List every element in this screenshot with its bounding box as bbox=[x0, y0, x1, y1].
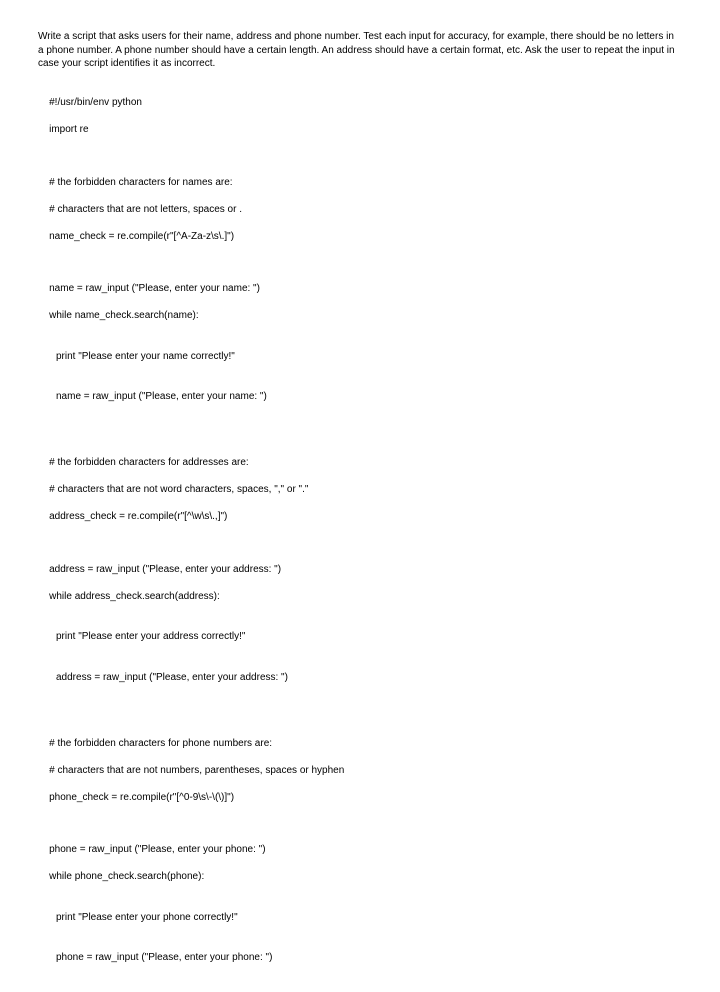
name-print-line: print "Please enter your name correctly!… bbox=[38, 350, 682, 364]
phone-while-line: while phone_check.search(phone): bbox=[49, 871, 204, 882]
name-comment2: # characters that are not letters, space… bbox=[49, 204, 242, 215]
phone-input-line: phone = raw_input ("Please, enter your p… bbox=[49, 844, 265, 855]
name-check-line: name_check = re.compile(r"[^A-Za-z\s\.]"… bbox=[49, 231, 234, 242]
import-line: import re bbox=[49, 124, 88, 135]
code-name-check-block: # the forbidden characters for names are… bbox=[38, 162, 682, 257]
document-page: Write a script that asks users for their… bbox=[0, 0, 720, 992]
addr-input-line: address = raw_input ("Please, enter your… bbox=[49, 564, 281, 575]
name-input2-line: name = raw_input ("Please, enter your na… bbox=[38, 390, 682, 404]
addr-print-line: print "Please enter your address correct… bbox=[38, 630, 682, 644]
phone-comment2: # characters that are not numbers, paren… bbox=[49, 765, 344, 776]
addr-comment1: # the forbidden characters for addresses… bbox=[49, 457, 249, 468]
shebang-line: #!/usr/bin/env python bbox=[49, 97, 142, 108]
name-input-line: name = raw_input ("Please, enter your na… bbox=[49, 283, 260, 294]
code-addr-check-block: # the forbidden characters for addresses… bbox=[38, 443, 682, 538]
code-name-input-block: name = raw_input ("Please, enter your na… bbox=[38, 269, 682, 431]
addr-check-line: address_check = re.compile(r"[^\w\s\.,]"… bbox=[49, 511, 227, 522]
phone-print-line: print "Please enter your phone correctly… bbox=[38, 911, 682, 925]
code-shebang-block: #!/usr/bin/env python import re bbox=[38, 83, 682, 151]
addr-comment2: # characters that are not word character… bbox=[49, 484, 308, 495]
phone-check-line: phone_check = re.compile(r"[^0-9\s\-\(\)… bbox=[49, 792, 234, 803]
name-comment1: # the forbidden characters for names are… bbox=[49, 177, 232, 188]
phone-input2-line: phone = raw_input ("Please, enter your p… bbox=[38, 951, 682, 965]
code-phone-check-block: # the forbidden characters for phone num… bbox=[38, 723, 682, 818]
intro-paragraph: Write a script that asks users for their… bbox=[38, 30, 682, 71]
code-addr-input-block: address = raw_input ("Please, enter your… bbox=[38, 549, 682, 711]
addr-input2-line: address = raw_input ("Please, enter your… bbox=[38, 671, 682, 685]
phone-comment1: # the forbidden characters for phone num… bbox=[49, 738, 272, 749]
code-phone-input-block: phone = raw_input ("Please, enter your p… bbox=[38, 830, 682, 992]
addr-while-line: while address_check.search(address): bbox=[49, 591, 220, 602]
name-while-line: while name_check.search(name): bbox=[49, 310, 199, 321]
